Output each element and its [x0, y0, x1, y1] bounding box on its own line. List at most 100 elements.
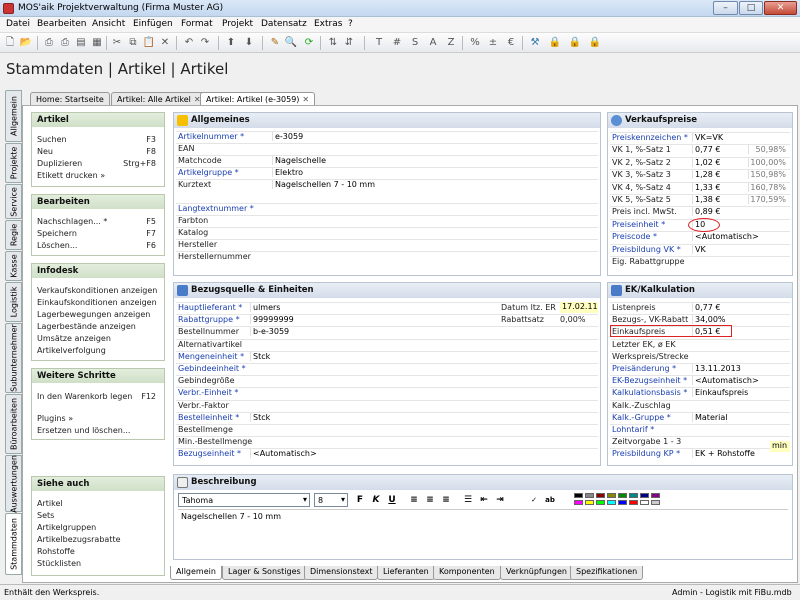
- field-value[interactable]: 1,02 €: [692, 157, 720, 167]
- percent-value[interactable]: 100,00%: [748, 157, 788, 167]
- bold-icon[interactable]: F: [354, 494, 366, 506]
- action-warenkorb[interactable]: In den Warenkorb legen: [37, 392, 132, 401]
- color-swatch-olive[interactable]: [607, 493, 616, 498]
- color-swatch-red[interactable]: [629, 500, 638, 505]
- euro-icon[interactable]: €: [504, 36, 518, 50]
- action-loeschen[interactable]: Löschen...: [37, 241, 77, 250]
- menu-projekt[interactable]: Projekt: [222, 19, 253, 29]
- field-label[interactable]: Kalk.-Gruppe *: [612, 413, 671, 422]
- color-swatch-white[interactable]: [640, 500, 649, 505]
- field-value[interactable]: 0,77 €: [692, 303, 720, 312]
- field-value[interactable]: 0,77 €: [692, 145, 720, 155]
- find-icon[interactable]: 🔍: [284, 36, 298, 50]
- percent-icon[interactable]: %: [468, 36, 482, 50]
- tab-home[interactable]: Home: Startseite: [30, 92, 110, 106]
- vtab-logistik[interactable]: Logistik: [5, 282, 22, 322]
- spellcheck-icon[interactable]: ✓: [528, 494, 540, 506]
- field-label[interactable]: Preiskennzeichen *: [612, 133, 688, 142]
- link-artikelbezugsrabatte[interactable]: Artikelbezugsrabatte: [37, 535, 121, 544]
- action-lagerbestaende[interactable]: Lagerbestände anzeigen: [37, 322, 136, 331]
- field-label[interactable]: Preiscode *: [612, 232, 657, 241]
- field-value[interactable]: e-3059: [272, 132, 303, 141]
- field-label[interactable]: Preisänderung *: [612, 364, 676, 373]
- menu-format[interactable]: Format: [181, 19, 213, 29]
- field-label[interactable]: Langtextnummer *: [178, 204, 254, 213]
- tab-lieferanten[interactable]: Lieferanten: [377, 566, 435, 580]
- close-tab-icon[interactable]: ✕: [302, 95, 309, 104]
- action-artikelverfolgung[interactable]: Artikelverfolgung: [37, 346, 106, 355]
- vtab-service[interactable]: Service: [5, 184, 22, 219]
- field-label[interactable]: Verbr.-Einheit *: [178, 388, 238, 397]
- tools-icon[interactable]: ⚒: [528, 36, 542, 50]
- field-value[interactable]: 1,28 €: [692, 170, 720, 180]
- color-swatch-yellow[interactable]: [585, 500, 594, 505]
- field-label[interactable]: Hauptlieferant *: [178, 303, 242, 312]
- tab-dimensionstext[interactable]: Dimensionstext: [304, 566, 379, 580]
- link-sets[interactable]: Sets: [37, 511, 54, 520]
- field-value[interactable]: VK: [692, 244, 706, 254]
- vtab-projekte[interactable]: Projekte: [5, 143, 22, 183]
- sort-desc-icon[interactable]: ⇵: [342, 36, 356, 50]
- color-swatch-magenta[interactable]: [574, 500, 583, 505]
- field-value[interactable]: 1,33 €: [692, 182, 720, 192]
- percent-value[interactable]: 50,98%: [748, 145, 788, 155]
- lock-yellow-icon[interactable]: 🔒: [568, 36, 582, 50]
- color-swatch-black[interactable]: [574, 493, 583, 498]
- menu-datei[interactable]: Datei: [6, 19, 30, 29]
- tab-lager-sonstiges[interactable]: Lager & Sonstiges: [222, 566, 307, 580]
- list-icon[interactable]: ☰: [462, 494, 474, 506]
- color-swatch-navy[interactable]: [640, 493, 649, 498]
- field-value[interactable]: VK=VK: [692, 133, 723, 142]
- paste-icon[interactable]: 📋: [142, 36, 156, 50]
- vtab-allgemein[interactable]: Allgemein: [5, 90, 22, 142]
- action-lagerbewegungen[interactable]: Lagerbewegungen anzeigen: [37, 310, 150, 319]
- menu-help[interactable]: ?: [348, 19, 353, 29]
- tab-komponenten[interactable]: Komponenten: [433, 566, 501, 580]
- field-value[interactable]: 1,38 €: [692, 195, 720, 204]
- color-swatch-teal[interactable]: [629, 493, 638, 498]
- menu-einfuegen[interactable]: Einfügen: [133, 19, 173, 29]
- menu-datensatz[interactable]: Datensatz: [261, 19, 307, 29]
- field-label[interactable]: Kalkulationsbasis *: [612, 388, 687, 397]
- percent-value[interactable]: 160,78%: [748, 182, 788, 192]
- field-label[interactable]: Rabattgruppe *: [178, 315, 240, 324]
- lock-blue-icon[interactable]: 🔒: [548, 36, 562, 50]
- maximize-button[interactable]: □: [739, 1, 763, 15]
- field-value[interactable]: ulmers: [250, 303, 280, 312]
- undo-icon[interactable]: ↶: [182, 36, 196, 50]
- color-swatch-purple[interactable]: [651, 493, 660, 498]
- beschreibung-editor[interactable]: Nagelschellen 7 - 10 mm: [178, 509, 788, 557]
- field-value[interactable]: Nagelschelle: [272, 156, 326, 165]
- vtab-stammdaten[interactable]: Stammdaten: [5, 513, 22, 575]
- align-left-icon[interactable]: ≡: [408, 494, 420, 506]
- a-icon[interactable]: A: [426, 36, 440, 50]
- arrow-down-icon[interactable]: ⬇: [242, 36, 256, 50]
- vtab-subunternehmer[interactable]: Subunternehmer: [5, 323, 22, 393]
- field-label[interactable]: Preiseinheit *: [612, 220, 665, 229]
- percent-value[interactable]: 170,59%: [748, 195, 788, 204]
- calc-icon[interactable]: ±: [486, 36, 500, 50]
- color-swatch-gray[interactable]: [585, 493, 594, 498]
- sort-asc-icon[interactable]: ⇅: [326, 36, 340, 50]
- vtab-bueroarbeiten[interactable]: Büroarbeiten: [5, 394, 22, 454]
- copy-icon[interactable]: ⧉: [126, 36, 140, 50]
- pencil-icon[interactable]: ✎: [268, 36, 282, 50]
- vtab-kasse[interactable]: Kasse: [5, 251, 22, 281]
- tab-allgemein[interactable]: Allgemein: [170, 566, 222, 580]
- action-duplizieren[interactable]: Duplizieren: [37, 159, 82, 168]
- percent-value[interactable]: 150,98%: [748, 170, 788, 180]
- action-einkaufskonditionen[interactable]: Einkaufskonditionen anzeigen: [37, 298, 157, 307]
- text-icon[interactable]: T: [372, 36, 386, 50]
- lock-red-icon[interactable]: 🔒: [588, 36, 602, 50]
- color-swatch-silver[interactable]: [651, 500, 660, 505]
- action-ersetzen-loeschen[interactable]: Ersetzen und löschen...: [37, 426, 130, 435]
- align-center-icon[interactable]: ≡: [424, 494, 436, 506]
- font-select[interactable]: Tahoma ▾: [178, 493, 310, 507]
- color-swatch-maroon[interactable]: [596, 493, 605, 498]
- color-swatch-green[interactable]: [618, 493, 627, 498]
- field-value[interactable]: Nagelschellen 7 - 10 mm: [272, 180, 375, 189]
- cut-icon[interactable]: ✂: [110, 36, 124, 50]
- field-label[interactable]: Gebindeeinheit *: [178, 364, 246, 373]
- vtab-regie[interactable]: Regie: [5, 220, 22, 250]
- field-label[interactable]: Bezugseinheit *: [178, 449, 241, 458]
